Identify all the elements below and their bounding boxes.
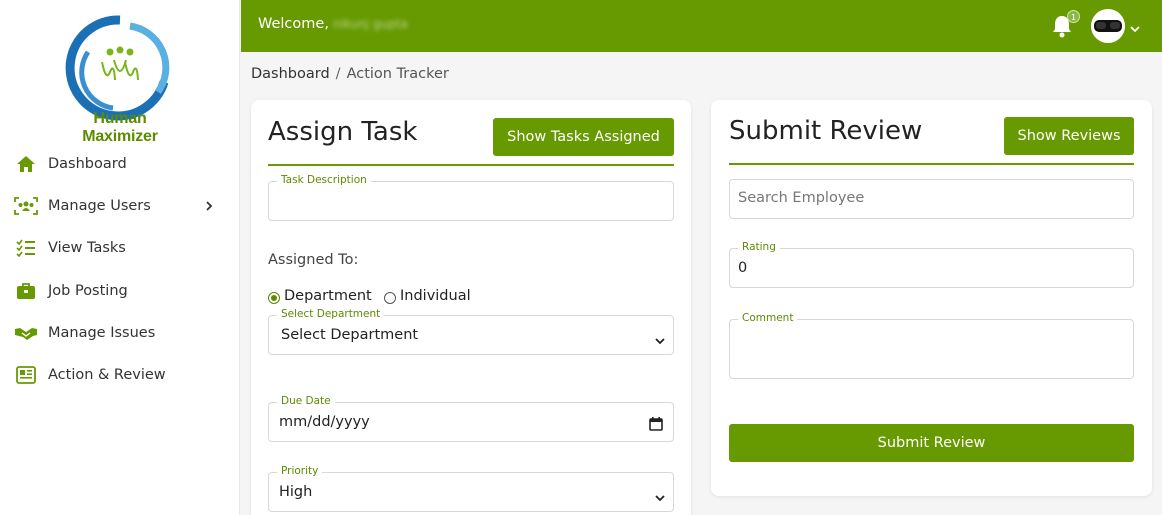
show-reviews-button[interactable]: Show Reviews (1004, 117, 1134, 155)
sidebar-item-label: Action & Review (48, 367, 166, 383)
individual-radio[interactable] (384, 292, 396, 304)
welcome-message: Welcome, nikunj gupta (258, 16, 408, 32)
department-radio-label[interactable]: Department (284, 288, 372, 304)
priority-label: Priority (277, 465, 323, 477)
rating-value: 0 (738, 260, 748, 276)
submit-review-title: Submit Review (729, 116, 923, 146)
sidebar-item-dashboard[interactable]: Dashboard (14, 149, 224, 179)
show-tasks-assigned-button[interactable]: Show Tasks Assigned (493, 118, 674, 156)
due-date-field[interactable]: Due Date mm/dd/yyyy (268, 395, 674, 442)
due-date-value: mm/dd/yyyy (279, 414, 370, 430)
briefcase-icon (14, 280, 38, 302)
top-header: Welcome, nikunj gupta 1 (241, 0, 1162, 52)
chevron-down-icon (655, 331, 665, 345)
assign-task-title: Assign Task (268, 117, 418, 147)
sidebar: Human Maximizer Dashboard Manage Users V… (0, 0, 240, 515)
task-description-field[interactable]: Task Description (268, 174, 674, 221)
newspaper-icon (14, 364, 38, 386)
chevron-right-icon (202, 198, 216, 212)
sidebar-item-label: Manage Issues (48, 325, 156, 341)
priority-value: High (279, 484, 313, 500)
sidebar-item-job-posting[interactable]: Job Posting (14, 276, 224, 306)
welcome-text: Welcome, (258, 16, 329, 32)
sidebar-item-label: Job Posting (48, 283, 128, 299)
sidebar-item-label: View Tasks (48, 240, 126, 256)
search-employee-placeholder: Search Employee (738, 190, 865, 206)
search-employee-input[interactable]: Search Employee (729, 179, 1134, 219)
submit-review-button[interactable]: Submit Review (729, 424, 1134, 462)
task-description-label: Task Description (277, 174, 371, 186)
brand-name: Human Maximizer (82, 110, 158, 145)
sidebar-item-manage-issues[interactable]: Manage Issues (14, 318, 224, 348)
department-radio[interactable] (268, 292, 280, 304)
handshake-icon (14, 322, 38, 344)
individual-radio-label[interactable]: Individual (400, 288, 471, 304)
notification-badge: 1 (1067, 10, 1080, 23)
due-date-label: Due Date (277, 395, 335, 407)
title-divider (729, 163, 1134, 165)
assign-task-card: Assign Task Show Tasks Assigned Task Des… (251, 100, 691, 515)
rating-field[interactable]: Rating 0 (729, 241, 1134, 288)
avatar[interactable] (1091, 9, 1125, 43)
title-divider (268, 164, 674, 166)
comment-label: Comment (738, 312, 798, 324)
user-name: nikunj gupta (332, 17, 408, 31)
breadcrumb: Dashboard / Action Tracker (251, 66, 449, 82)
sidebar-item-view-tasks[interactable]: View Tasks (14, 233, 224, 263)
chevron-down-icon (655, 488, 665, 502)
users-icon (14, 195, 38, 217)
comment-textarea[interactable]: Comment (729, 312, 1134, 379)
priority-dropdown[interactable]: Priority High (268, 465, 674, 512)
breadcrumb-dashboard[interactable]: Dashboard (251, 66, 330, 82)
sidebar-item-label: Manage Users (48, 198, 151, 214)
breadcrumb-separator: / (335, 66, 341, 82)
checklist-icon (14, 237, 38, 259)
sidebar-item-label: Dashboard (48, 156, 127, 172)
breadcrumb-current: Action Tracker (346, 66, 449, 82)
home-icon (14, 153, 38, 175)
select-department-label: Select Department (277, 308, 385, 320)
sidebar-item-action-review[interactable]: Action & Review (14, 360, 224, 390)
sidebar-item-manage-users[interactable]: Manage Users (14, 191, 224, 221)
submit-review-card: Submit Review Show Reviews Search Employ… (711, 100, 1152, 496)
assigned-to-label: Assigned To: (268, 252, 359, 268)
select-department-dropdown[interactable]: Select Department Select Department (268, 308, 674, 355)
chevron-down-icon[interactable] (1129, 20, 1141, 33)
rating-label: Rating (738, 241, 780, 253)
calendar-icon[interactable] (649, 416, 663, 431)
select-department-value: Select Department (281, 327, 419, 343)
